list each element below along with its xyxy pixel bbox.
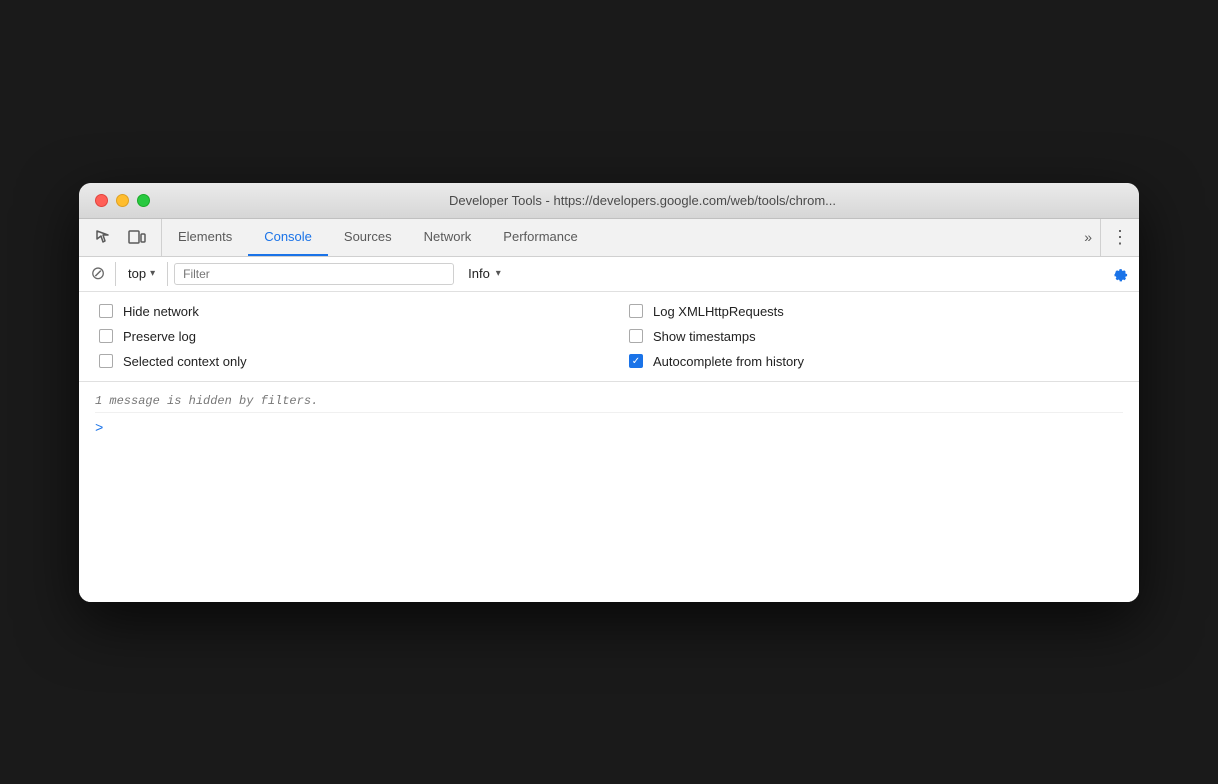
checkbox-show-timestamps[interactable] bbox=[629, 329, 643, 343]
level-label: Info bbox=[468, 266, 490, 281]
tab-elements[interactable]: Elements bbox=[162, 219, 248, 256]
context-dropdown-arrow: ▾ bbox=[150, 268, 155, 279]
checkbox-selected-context-only[interactable] bbox=[99, 354, 113, 368]
settings-icon[interactable] bbox=[1105, 261, 1131, 287]
more-tabs-button[interactable]: » bbox=[1076, 219, 1101, 256]
clear-console-button[interactable]: ⊘ bbox=[87, 263, 109, 285]
option-hide-network: Hide network bbox=[99, 304, 589, 319]
option-selected-context-only: Selected context only bbox=[99, 354, 589, 369]
maximize-button[interactable] bbox=[137, 194, 150, 207]
checkbox-preserve-log[interactable] bbox=[99, 329, 113, 343]
devtools-menu-button[interactable]: ⋮ bbox=[1101, 219, 1139, 256]
level-dropdown-arrow: ▾ bbox=[496, 268, 501, 279]
divider-1 bbox=[115, 262, 116, 286]
context-selector[interactable]: top ▾ bbox=[122, 264, 161, 283]
context-label: top bbox=[128, 266, 146, 281]
traffic-lights bbox=[95, 194, 150, 207]
prompt-arrow: > bbox=[95, 421, 103, 437]
minimize-button[interactable] bbox=[116, 194, 129, 207]
close-button[interactable] bbox=[95, 194, 108, 207]
tab-icons bbox=[79, 219, 162, 256]
option-show-timestamps: Show timestamps bbox=[629, 329, 1119, 344]
checkbox-autocomplete-from-history[interactable]: ✓ bbox=[629, 354, 643, 368]
divider-2 bbox=[167, 262, 168, 286]
tab-sources[interactable]: Sources bbox=[328, 219, 408, 256]
filter-input[interactable] bbox=[174, 263, 454, 285]
devtools-window: Developer Tools - https://developers.goo… bbox=[79, 183, 1139, 602]
tab-performance[interactable]: Performance bbox=[487, 219, 593, 256]
window-title: Developer Tools - https://developers.goo… bbox=[162, 193, 1123, 208]
tab-network[interactable]: Network bbox=[408, 219, 488, 256]
console-prompt[interactable]: > bbox=[95, 413, 1123, 437]
devtools-panel: Elements Console Sources Network Perform… bbox=[79, 219, 1139, 602]
option-preserve-log: Preserve log bbox=[99, 329, 589, 344]
inspect-element-icon[interactable] bbox=[89, 223, 117, 251]
tabs-row: Elements Console Sources Network Perform… bbox=[79, 219, 1139, 257]
options-grid: Hide network Log XMLHttpRequests Preserv… bbox=[99, 304, 1119, 369]
title-bar: Developer Tools - https://developers.goo… bbox=[79, 183, 1139, 219]
checkbox-log-xmlhttprequests[interactable] bbox=[629, 304, 643, 318]
option-autocomplete-from-history: ✓ Autocomplete from history bbox=[629, 354, 1119, 369]
option-log-xmlhttprequests: Log XMLHttpRequests bbox=[629, 304, 1119, 319]
console-toolbar: ⊘ top ▾ Info ▾ bbox=[79, 257, 1139, 292]
hidden-messages-notice: 1 message is hidden by filters. bbox=[95, 390, 1123, 413]
tabs-list: Elements Console Sources Network Perform… bbox=[162, 219, 1076, 256]
log-level-selector[interactable]: Info ▾ bbox=[460, 264, 509, 283]
device-toolbar-icon[interactable] bbox=[123, 223, 151, 251]
console-content[interactable]: 1 message is hidden by filters. > bbox=[79, 382, 1139, 602]
tab-console[interactable]: Console bbox=[248, 219, 328, 256]
options-panel: Hide network Log XMLHttpRequests Preserv… bbox=[79, 292, 1139, 382]
checkbox-hide-network[interactable] bbox=[99, 304, 113, 318]
